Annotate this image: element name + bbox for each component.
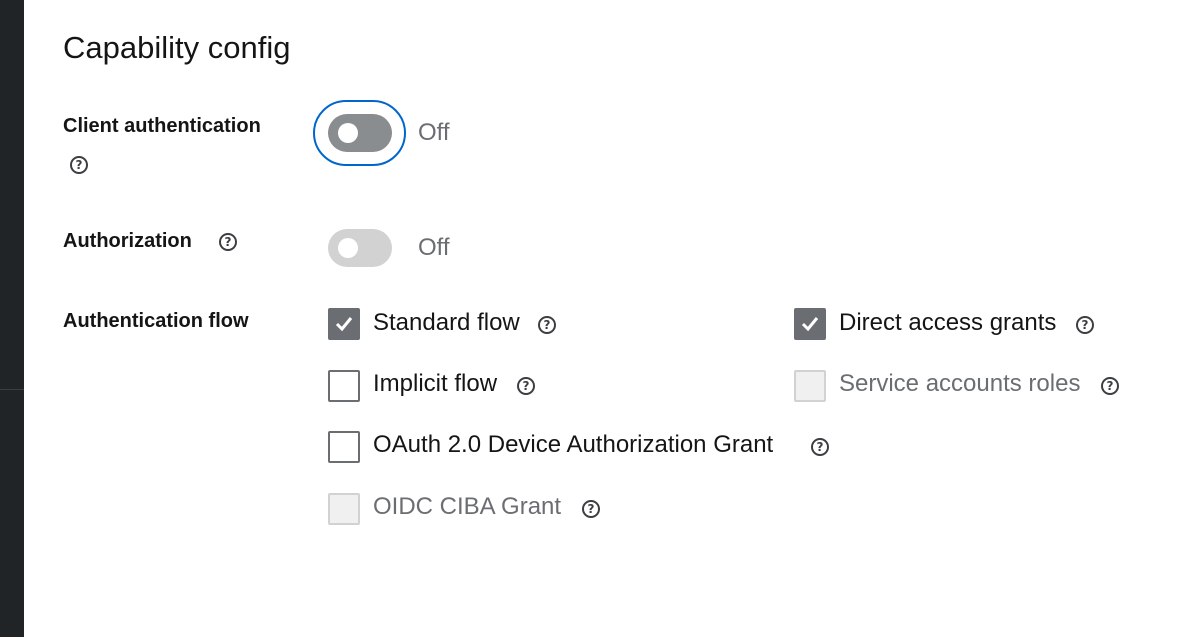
oauth-device-grant-label: OAuth 2.0 Device Authorization Grant — [373, 431, 774, 458]
help-icon[interactable]: ? — [1101, 377, 1119, 395]
help-icon[interactable]: ? — [517, 377, 535, 395]
checkmark-icon — [335, 317, 353, 332]
client-authentication-state: Off — [418, 119, 450, 146]
checkmark-icon — [801, 317, 819, 332]
implicit-flow-checkbox[interactable] — [328, 370, 360, 402]
help-icon[interactable]: ? — [70, 156, 88, 174]
client-authentication-label: Client authentication — [63, 115, 261, 137]
authorization-state: Off — [418, 234, 450, 261]
authorization-switch[interactable] — [328, 229, 392, 267]
help-icon[interactable]: ? — [219, 233, 237, 251]
implicit-flow-label: Implicit flow — [373, 370, 498, 397]
help-icon[interactable]: ? — [538, 316, 556, 334]
help-icon[interactable]: ? — [582, 500, 600, 518]
switch-knob — [338, 123, 358, 143]
help-icon[interactable]: ? — [811, 438, 829, 456]
direct-access-grants-checkbox[interactable] — [794, 308, 826, 340]
section-title: Capability config — [63, 30, 291, 65]
authentication-flow-label: Authentication flow — [63, 310, 249, 332]
help-icon[interactable]: ? — [1076, 316, 1094, 334]
oauth-device-grant-checkbox[interactable] — [328, 431, 360, 463]
direct-access-grants-label: Direct access grants — [839, 309, 1057, 336]
sidebar-divider — [0, 389, 24, 390]
service-accounts-roles-checkbox[interactable] — [794, 370, 826, 402]
nav-sidebar-edge — [0, 0, 24, 637]
switch-knob — [338, 238, 358, 258]
client-authentication-switch[interactable] — [328, 114, 392, 152]
oidc-ciba-grant-checkbox[interactable] — [328, 493, 360, 525]
service-accounts-roles-label: Service accounts roles — [839, 370, 1081, 397]
standard-flow-checkbox[interactable] — [328, 308, 360, 340]
oidc-ciba-grant-label: OIDC CIBA Grant — [373, 493, 562, 520]
standard-flow-label: Standard flow — [373, 309, 520, 336]
authorization-label: Authorization — [63, 230, 192, 252]
